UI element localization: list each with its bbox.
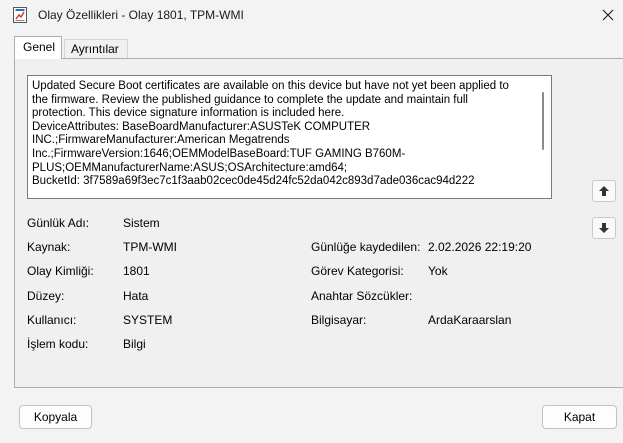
copy-button[interactable]: Kopyala bbox=[19, 405, 92, 429]
previous-event-button[interactable] bbox=[592, 180, 616, 202]
user-value: SYSTEM bbox=[123, 313, 173, 327]
close-icon bbox=[602, 9, 614, 21]
window-title: Olay Özellikleri - Olay 1801, TPM-WMI bbox=[38, 8, 244, 22]
logged-value: 2.02.2026 22:19:20 bbox=[428, 240, 532, 254]
event-description-text: Updated Secure Boot certificates are ava… bbox=[32, 80, 509, 188]
tab-genel[interactable]: Genel bbox=[14, 36, 62, 59]
next-event-button[interactable] bbox=[592, 217, 616, 239]
keywords-label: Anahtar Sözcükler: bbox=[311, 289, 413, 303]
logged-label: Günlüğe kaydedilen: bbox=[311, 240, 421, 254]
event-id-value: 1801 bbox=[123, 264, 150, 278]
arrow-down-icon bbox=[599, 223, 609, 233]
description-scrollbar[interactable] bbox=[542, 92, 544, 150]
level-value: Hata bbox=[123, 289, 149, 303]
event-id-label: Olay Kimliği: bbox=[27, 264, 94, 278]
task-category-label: Görev Kategorisi: bbox=[311, 264, 404, 278]
user-label: Kullanıcı: bbox=[27, 313, 77, 327]
level-label: Düzey: bbox=[27, 289, 65, 303]
opcode-label: İşlem kodu: bbox=[27, 337, 89, 351]
computer-label: Bilgisayar: bbox=[311, 313, 367, 327]
computer-value: ArdaKaraarslan bbox=[428, 313, 512, 327]
source-value: TPM-WMI bbox=[123, 240, 177, 254]
tab-ayrintilar[interactable]: Ayrıntılar bbox=[64, 39, 128, 59]
event-log-icon bbox=[12, 6, 28, 24]
close-window-button[interactable] bbox=[596, 3, 620, 27]
title-bar: Olay Özellikleri - Olay 1801, TPM-WMI bbox=[0, 0, 623, 32]
arrow-up-icon bbox=[599, 186, 609, 196]
task-category-value: Yok bbox=[428, 264, 448, 278]
close-button[interactable]: Kapat bbox=[542, 405, 617, 429]
source-label: Kaynak: bbox=[27, 240, 71, 254]
event-description-box[interactable]: Updated Secure Boot certificates are ava… bbox=[27, 75, 552, 199]
log-name-value: Sistem bbox=[123, 216, 160, 230]
log-name-label: Günlük Adı: bbox=[27, 216, 90, 230]
opcode-value: Bilgi bbox=[123, 337, 146, 351]
